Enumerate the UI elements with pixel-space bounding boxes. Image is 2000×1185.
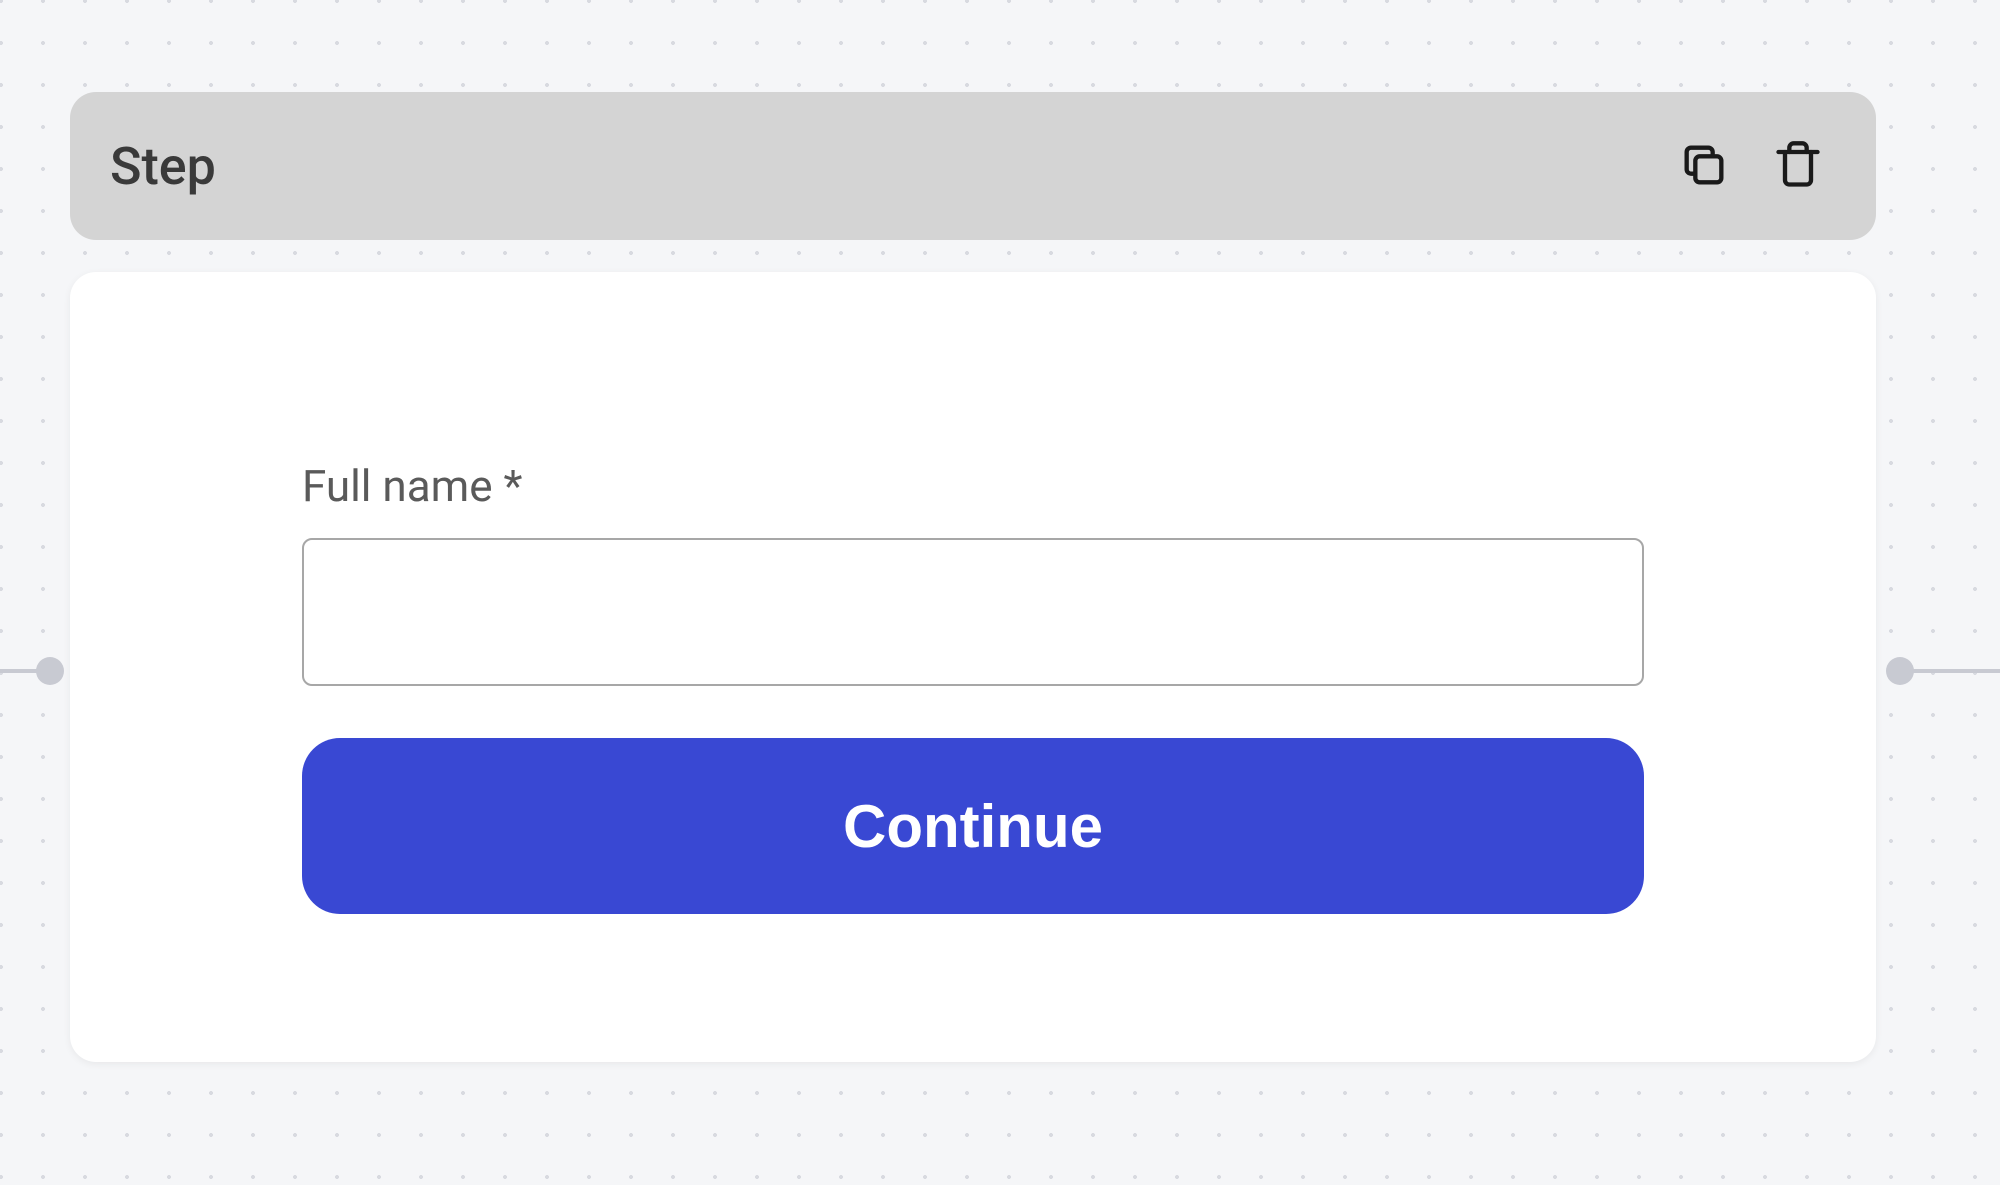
step-title: Step — [110, 136, 216, 197]
node-handle-left[interactable] — [36, 657, 64, 685]
form-card: Full name * Continue — [70, 272, 1876, 1062]
continue-button[interactable]: Continue — [302, 738, 1644, 914]
edge-right — [1908, 669, 2000, 673]
step-header[interactable]: Step — [70, 92, 1876, 240]
duplicate-button[interactable] — [1678, 139, 1730, 194]
copy-icon — [1678, 139, 1730, 194]
full-name-label: Full name * — [302, 460, 1644, 512]
header-actions — [1678, 139, 1824, 194]
trash-icon — [1772, 139, 1824, 194]
delete-button[interactable] — [1772, 139, 1824, 194]
full-name-input[interactable] — [302, 538, 1644, 686]
